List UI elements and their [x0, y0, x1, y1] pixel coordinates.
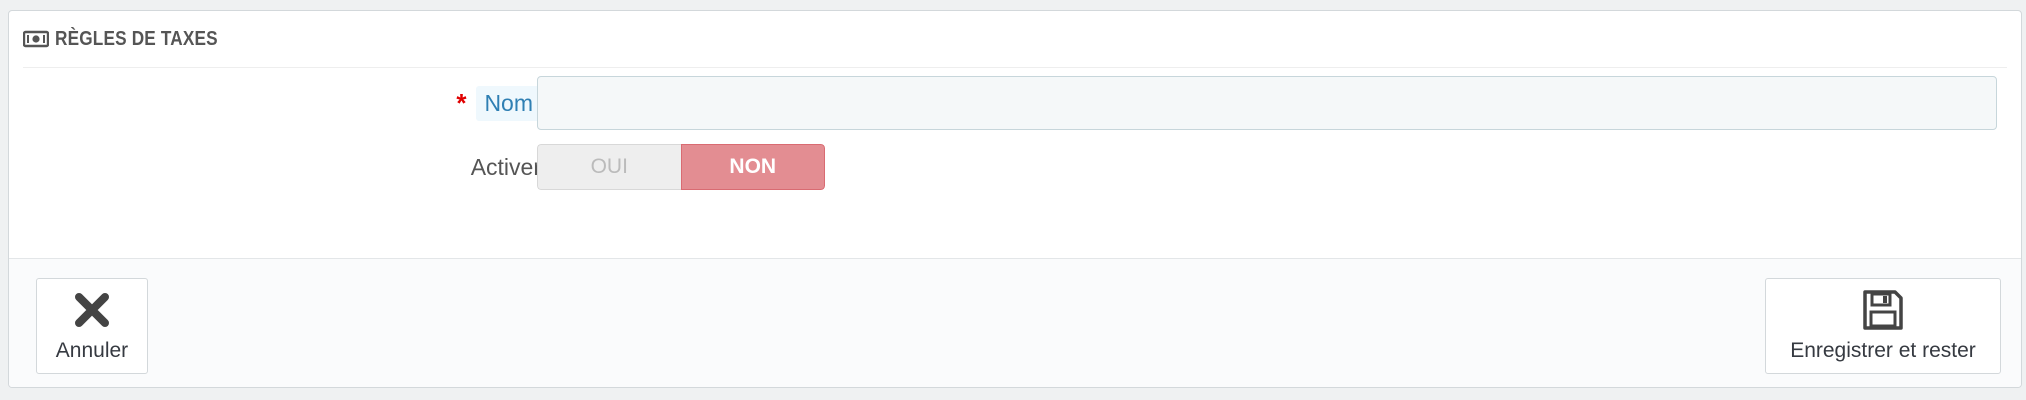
save-and-stay-button[interactable]: Enregistrer et rester — [1765, 278, 2001, 374]
name-input[interactable] — [537, 76, 1997, 130]
close-icon — [69, 287, 115, 333]
required-star: * — [456, 88, 467, 118]
enable-row: Activer OUI NON — [9, 144, 2021, 190]
enable-label-cell: Activer — [471, 144, 541, 190]
name-row: * Nom — [9, 75, 2021, 131]
name-label[interactable]: Nom — [476, 85, 541, 121]
money-icon — [23, 30, 49, 48]
enable-switch[interactable]: OUI NON — [537, 144, 825, 190]
tax-rules-panel: RÈGLES DE TAXES * Nom Activer OUI NON An… — [8, 10, 2022, 388]
cancel-button[interactable]: Annuler — [36, 278, 148, 374]
panel-title: RÈGLES DE TAXES — [55, 27, 218, 50]
enable-no-option[interactable]: NON — [680, 144, 825, 190]
panel-footer: Annuler Enregistrer et rester — [9, 258, 2021, 387]
floppy-disk-icon — [1860, 287, 1906, 333]
panel-heading: RÈGLES DE TAXES — [23, 11, 2007, 68]
cancel-button-label: Annuler — [55, 339, 129, 362]
enable-yes-option[interactable]: OUI — [537, 144, 681, 190]
enable-label: Activer — [470, 153, 541, 180]
save-and-stay-label: Enregistrer et rester — [1790, 339, 1976, 362]
name-label-cell: * Nom — [456, 75, 541, 131]
